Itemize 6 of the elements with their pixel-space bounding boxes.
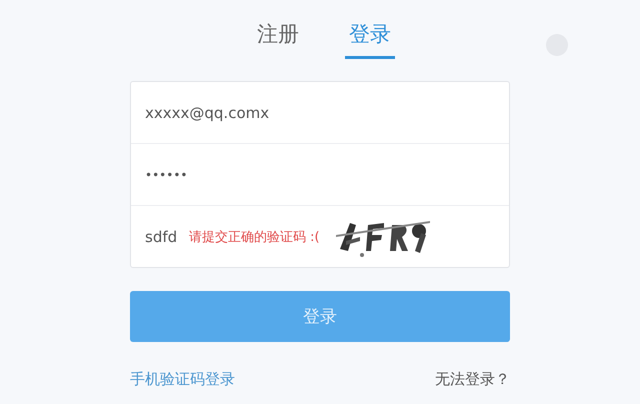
error-message: 请提交正确的验证码 :(	[189, 228, 320, 246]
captcha-field[interactable]: sdfd	[145, 228, 181, 246]
password-field[interactable]: ••••••	[145, 168, 465, 182]
link[interactable]: 无法登录？	[435, 370, 510, 389]
email-field[interactable]: xxxxx@qq.comx	[145, 104, 465, 122]
tab[interactable]: 注册	[253, 18, 303, 59]
